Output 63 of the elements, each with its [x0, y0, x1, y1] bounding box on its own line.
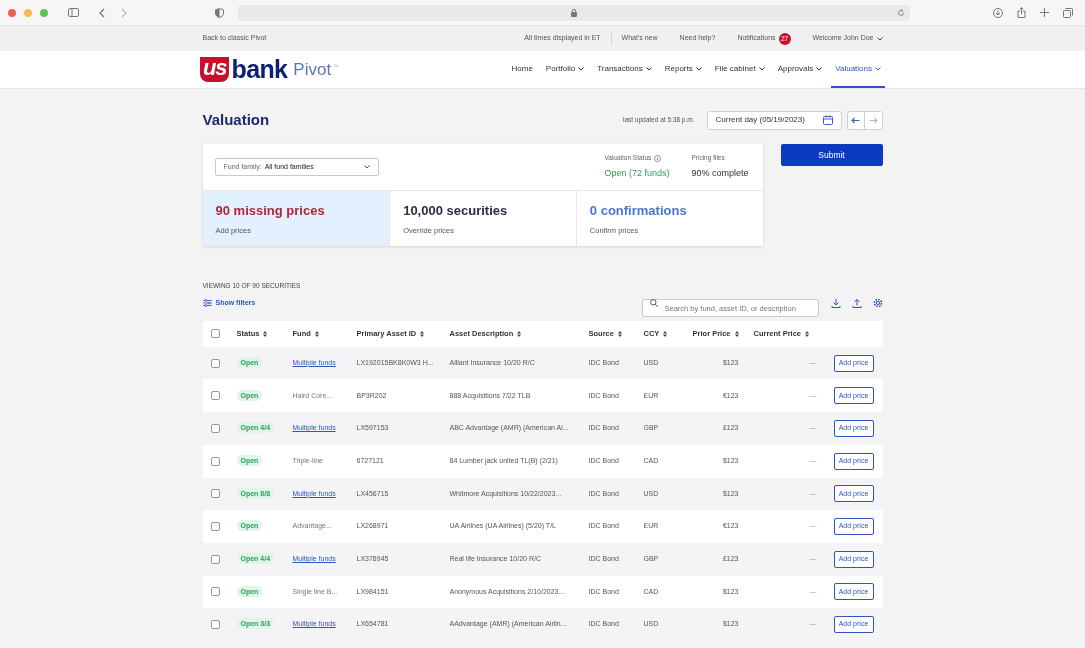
pricing-files-value: 90% complete [691, 167, 749, 181]
checkbox[interactable] [210, 456, 220, 466]
sort-icon[interactable] [617, 330, 622, 337]
nav-tab[interactable]: Transactions [593, 51, 656, 88]
chevron-down-icon [363, 165, 370, 169]
stat-value: 0 confirmations [589, 202, 688, 221]
chevron-down-icon [758, 66, 765, 71]
nav-tab[interactable]: Valuations [831, 51, 885, 88]
checkbox[interactable] [210, 358, 220, 368]
chevron-down-icon [578, 66, 585, 71]
checkbox[interactable] [210, 522, 220, 532]
share-icon[interactable] [1017, 7, 1026, 18]
info-icon[interactable] [654, 154, 662, 162]
page-title: Valuation [202, 109, 270, 130]
valuation-status-value: Open (72 funds) [604, 167, 670, 181]
checkbox[interactable] [210, 587, 220, 597]
product-name: Pivot [293, 61, 332, 78]
stat-value: 10,000 securities [403, 202, 509, 221]
stat-value: 90 missing prices [215, 202, 326, 221]
sort-icon[interactable] [517, 330, 522, 337]
sort-icon[interactable] [734, 330, 739, 337]
logo-wordmark: bank [231, 57, 288, 82]
arrow-right-icon [868, 116, 878, 124]
reload-icon[interactable] [897, 8, 905, 17]
checkbox[interactable] [210, 554, 220, 564]
new-tab-icon[interactable] [1040, 8, 1049, 17]
sort-icon[interactable] [263, 330, 268, 337]
lock-icon [571, 8, 577, 17]
logo-shield: us [200, 57, 230, 82]
sidebar-icon[interactable] [68, 8, 79, 17]
tabs-icon[interactable] [1063, 7, 1073, 18]
checkbox[interactable] [210, 620, 220, 630]
upload-icon[interactable] [851, 297, 862, 308]
download-icon[interactable] [993, 7, 1003, 18]
submit-button[interactable]: Submit [780, 144, 883, 166]
checkbox[interactable] [210, 423, 220, 433]
chevron-down-icon [875, 66, 881, 71]
close-window-icon[interactable] [8, 8, 16, 17]
search-icon [649, 298, 658, 307]
arrow-left-icon [851, 116, 860, 124]
settings-icon[interactable] [872, 297, 883, 308]
sort-icon[interactable] [663, 330, 668, 337]
sort-icon[interactable] [805, 330, 810, 337]
download-icon[interactable] [830, 297, 841, 308]
nav-tab[interactable]: Portfolio [541, 51, 589, 88]
chevron-down-icon [695, 66, 702, 71]
chevron-down-icon [645, 66, 652, 71]
nav-tab[interactable]: Home [507, 51, 537, 88]
back-icon[interactable] [99, 7, 105, 18]
calendar-icon [822, 115, 833, 125]
checkbox[interactable] [210, 329, 220, 339]
nav-tab[interactable]: File cabinet [710, 51, 769, 88]
shield-icon[interactable] [215, 7, 224, 18]
checkbox[interactable] [210, 489, 220, 499]
sort-icon[interactable] [314, 330, 319, 337]
checkbox[interactable] [210, 391, 220, 401]
filter-sliders-icon [202, 298, 212, 307]
chevron-down-icon [876, 36, 883, 41]
sort-icon[interactable] [420, 330, 425, 337]
date-picker[interactable]: Current day (05/19/2023) [706, 110, 842, 130]
nav-tab[interactable]: Approvals [773, 51, 827, 88]
chevron-down-icon [816, 66, 823, 71]
nav-tab[interactable]: Reports [660, 51, 706, 88]
